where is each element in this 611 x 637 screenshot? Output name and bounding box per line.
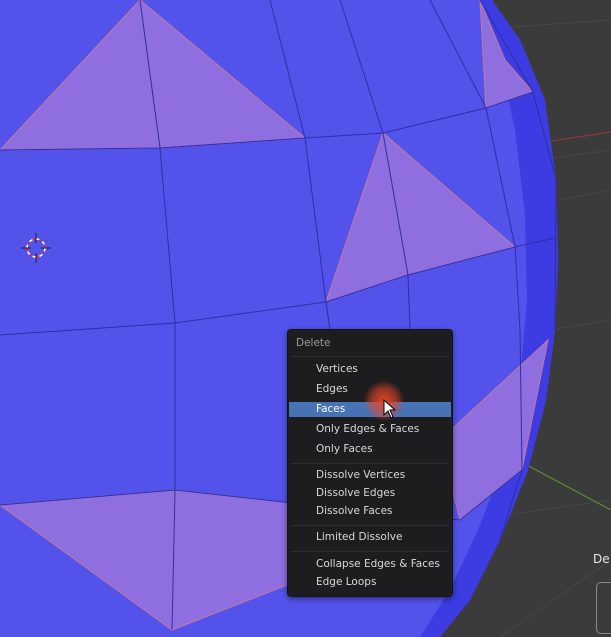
menu-item-collapse-edges-faces[interactable]: Collapse Edges & Faces [289,557,451,572]
menu-divider [291,525,449,526]
menu-item-only-faces[interactable]: Only Faces [289,442,451,457]
menu-item-label: Limited Dissolve [316,531,403,543]
menu-item-label: Collapse Edges & Faces [316,558,440,570]
menu-item-label: Dissolve Faces [316,505,393,517]
menu-divider [291,551,449,552]
menu-item-label: Only Edges & Faces [316,423,420,435]
menu-item-label: Vertices [316,363,358,375]
menu-divider [291,356,449,357]
menu-item-label: Edge Loops [316,576,377,588]
menu-item-label: Faces [316,403,346,415]
menu-item-edge-loops[interactable]: Edge Loops [289,575,451,590]
menu-item-label: Only Faces [316,443,373,455]
menu-item-label: Edges [316,383,348,395]
side-panel-widget[interactable] [596,582,611,634]
menu-divider [291,463,449,464]
menu-title: Delete [296,337,331,349]
delete-menu: Delete Vertices Edges Faces Only Edges &… [287,329,453,597]
menu-item-label: Dissolve Vertices [316,469,406,481]
menu-item-limited-dissolve[interactable]: Limited Dissolve [289,530,451,545]
side-panel-title: De [593,552,610,566]
menu-item-only-edges-faces[interactable]: Only Edges & Faces [289,422,451,437]
menu-item-vertices[interactable]: Vertices [289,362,451,377]
mouse-pointer-icon [383,399,397,419]
menu-item-dissolve-edges[interactable]: Dissolve Edges [289,486,451,501]
menu-item-dissolve-vertices[interactable]: Dissolve Vertices [289,468,451,483]
sphere-mesh [0,0,558,637]
menu-item-label: Dissolve Edges [316,487,396,499]
menu-item-dissolve-faces[interactable]: Dissolve Faces [289,504,451,519]
